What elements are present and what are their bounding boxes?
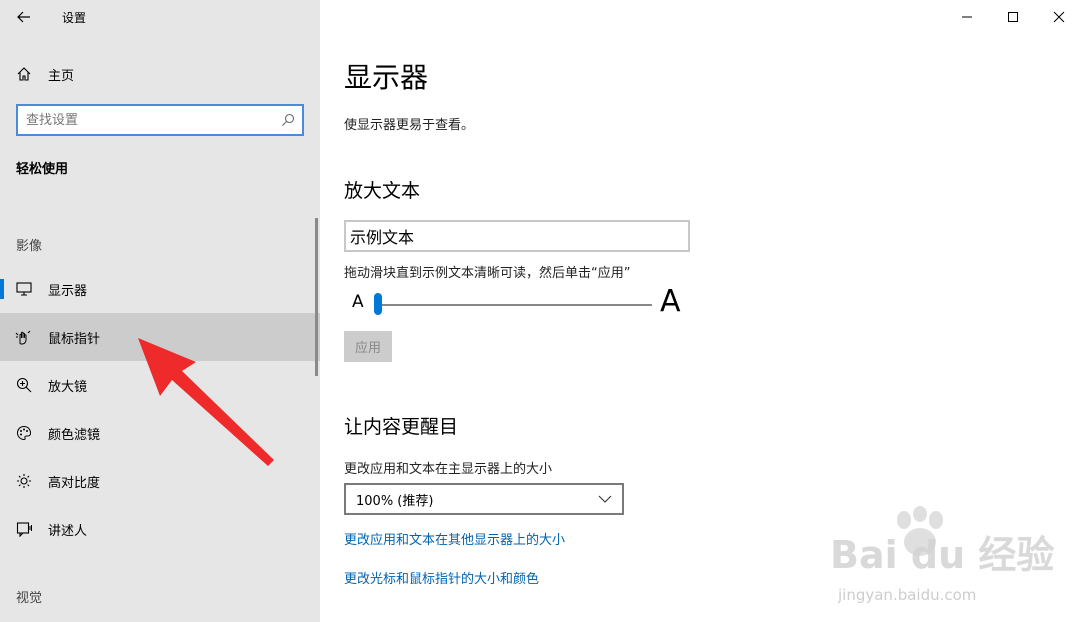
watermark-brand: Bai du 经验 [830,533,1055,577]
watermark: Bai du 经验 jingyan.baidu.com [826,506,1056,606]
window-controls [944,0,1082,34]
title-bar: 设置 [0,0,320,34]
selected-indicator [0,279,4,299]
sidebar-item-label: 高对比度 [48,475,101,491]
page-title: 显示器 [344,61,429,94]
text-size-slider: A A [344,284,690,324]
sidebar-item-mouse-pointer[interactable]: 鼠标指针 [0,313,320,361]
paw-icon [897,506,943,556]
section-title-enlarge-text: 放大文本 [344,180,421,202]
page-description: 使显示器更易于查看。 [344,118,475,133]
small-a-label: A [352,292,364,312]
search-icon[interactable] [274,106,302,134]
group-label-vision: 影像 [16,239,43,254]
slider-track[interactable] [376,304,652,306]
minimize-icon [962,16,972,18]
narrator-icon [0,521,48,537]
scale-dropdown[interactable]: 100% (推荐) [344,483,624,515]
sidebar-item-display[interactable]: 显示器 [0,265,320,313]
sidebar-item-high-contrast[interactable]: 高对比度 [0,457,320,505]
sidebar-item-label: 讲述人 [48,523,88,539]
sidebar-item-home[interactable]: 主页 [0,56,320,92]
slider-thumb[interactable] [374,293,382,315]
chevron-down-icon [598,495,612,503]
group-label-hearing: 视觉 [16,591,43,606]
size-label: 更改应用和文本在主显示器上的大小 [344,462,553,477]
monitor-icon [0,282,48,296]
big-a-label: A [660,284,681,319]
category-title: 轻松使用 [16,162,69,177]
apply-button[interactable]: 应用 [344,331,392,362]
sample-text-box: 示例文本 [344,220,690,252]
sidebar-scrollbar[interactable] [315,218,318,376]
magnifier-icon [0,377,48,393]
minimize-button[interactable] [944,0,990,34]
home-icon [0,66,48,82]
slider-hint: 拖动滑块直到示例文本清晰可读，然后单击“应用” [344,266,631,281]
link-cursor-size[interactable]: 更改光标和鼠标指针的大小和颜色 [344,568,539,587]
sidebar-item-label: 放大镜 [48,379,88,395]
sidebar-item-label: 鼠标指针 [48,331,101,347]
search-box [16,104,304,136]
dropdown-value: 100% (推荐) [356,493,434,509]
sidebar-item-label: 颜色滤镜 [48,427,101,443]
maximize-button[interactable] [990,0,1036,34]
mouse-pointer-icon [0,329,48,345]
sidebar-item-narrator[interactable]: 讲述人 [0,505,320,553]
sidebar-item-color-filters[interactable]: 颜色滤镜 [0,409,320,457]
sidebar: 设置 主页 轻松使用 影像 显示器 [0,0,320,622]
link-other-displays[interactable]: 更改应用和文本在其他显示器上的大小 [344,529,565,548]
sidebar-item-label: 主页 [48,68,75,84]
sidebar-item-label: 显示器 [48,283,88,299]
sidebar-item-magnifier[interactable]: 放大镜 [0,361,320,409]
sun-icon [0,473,48,489]
watermark-url: jingyan.baidu.com [838,586,977,604]
back-button[interactable] [0,0,48,34]
section-title-make-bigger: 让内容更醒目 [344,416,459,438]
close-icon [1053,11,1065,23]
app-title: 设置 [62,10,87,25]
close-button[interactable] [1036,0,1082,34]
palette-icon [0,425,48,441]
back-arrow-icon [17,11,30,23]
search-input[interactable] [18,106,274,134]
maximize-icon [1008,12,1018,22]
